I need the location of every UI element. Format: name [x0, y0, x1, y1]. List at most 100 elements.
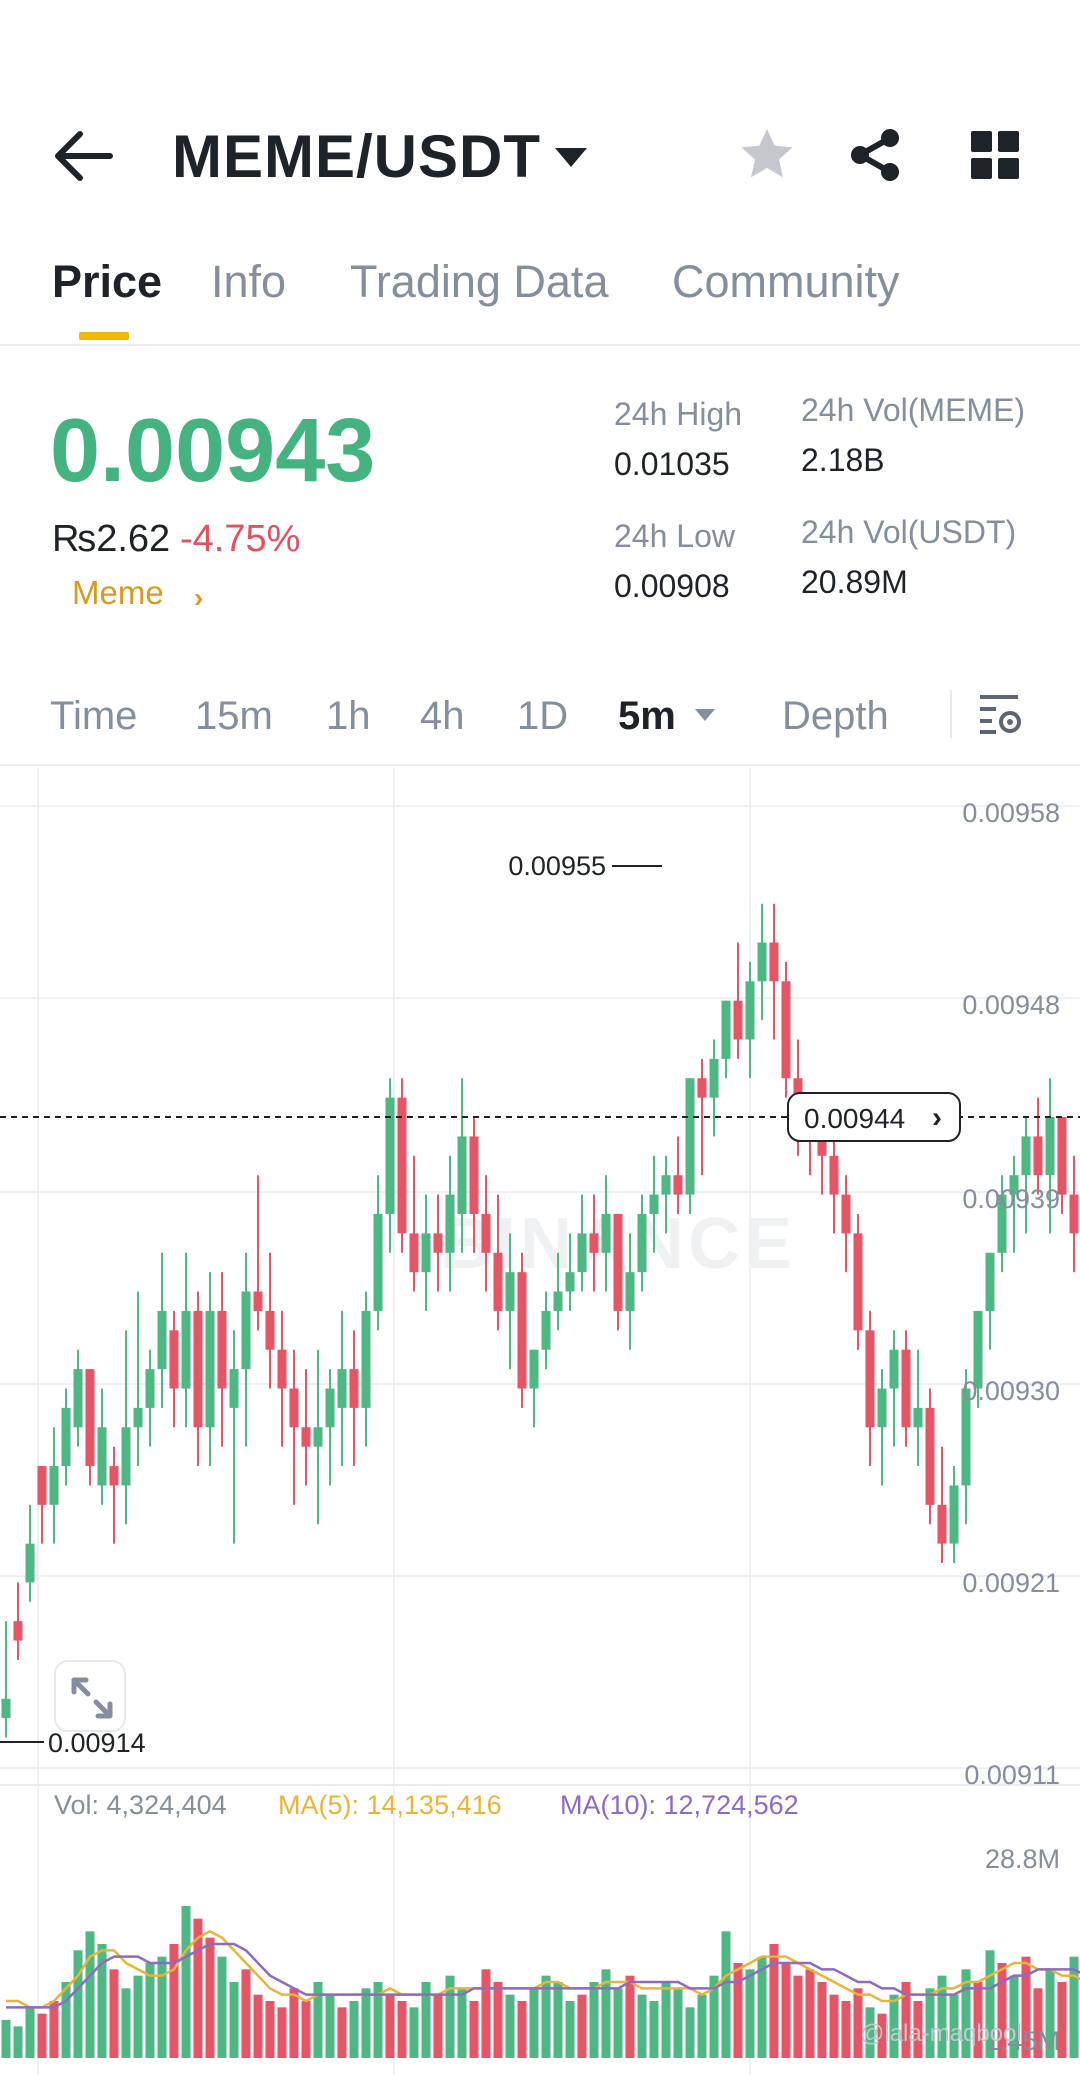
- stat-24h-vol-quote-value: 20.89M: [801, 564, 908, 600]
- candle-body: [469, 1136, 479, 1214]
- candle-body: [1021, 1136, 1031, 1176]
- interval-15m[interactable]: 15m: [195, 694, 273, 739]
- expand-icon: [71, 1677, 113, 1719]
- stat-24h-vol-quote-label: 24h Vol(USDT): [801, 514, 1017, 550]
- volume-value-label: Vol: 4,324,404: [54, 1790, 227, 1820]
- candle-body: [133, 1407, 143, 1428]
- volume-bar: [841, 2001, 851, 2058]
- candle-body: [685, 1078, 695, 1195]
- candle-body: [325, 1388, 335, 1428]
- candle-body: [697, 1078, 707, 1098]
- candle-body: [625, 1272, 635, 1311]
- volume-tick-label: 28.8M: [985, 1844, 1060, 1874]
- candle-body: [493, 1252, 503, 1311]
- candle-body: [301, 1427, 311, 1447]
- chevron-down-icon[interactable]: [694, 708, 716, 722]
- volume-bar: [637, 1994, 647, 2058]
- volume-bar: [685, 2007, 695, 2058]
- interval-1h[interactable]: 1h: [326, 694, 371, 739]
- candle-body: [313, 1427, 323, 1447]
- candle-body: [1069, 1194, 1079, 1234]
- candle-body: [385, 1097, 395, 1214]
- volume-bar: [769, 1944, 779, 2058]
- stat-24h-vol-base-label: 24h Vol(MEME): [801, 392, 1026, 428]
- volume-bar: [661, 1982, 671, 2058]
- volume-bar: [145, 1963, 155, 2058]
- candle-body: [565, 1272, 575, 1292]
- tab-price[interactable]: Price: [52, 256, 162, 308]
- candle-body: [49, 1466, 59, 1505]
- volume-bar: [85, 1931, 95, 2058]
- price-chart[interactable]: BINANCE 0.00958 0.00948 0.00939 0.00930 0.00…: [0, 768, 1080, 2075]
- y-tick-label: 0.00911: [964, 1760, 1060, 1790]
- interval-1d[interactable]: 1D: [517, 694, 568, 739]
- chevron-down-icon[interactable]: [552, 144, 590, 170]
- candle-body: [673, 1175, 683, 1195]
- volume-bar: [181, 1906, 191, 2058]
- candle-body: [433, 1233, 443, 1253]
- candle-body: [457, 1136, 467, 1214]
- volume-bar: [229, 1982, 239, 2058]
- candle-body: [25, 1543, 35, 1583]
- coin-info-link[interactable]: Meme: [72, 574, 164, 612]
- tab-trading-data[interactable]: Trading Data: [350, 256, 608, 308]
- chevron-right-icon[interactable]: ›: [194, 582, 203, 614]
- stat-24h-high-label: 24h High: [614, 396, 743, 432]
- candle-body: [637, 1213, 647, 1273]
- candle-body: [157, 1310, 167, 1370]
- volume-bar: [385, 1994, 395, 2058]
- stat-24h-low-value: 0.00908: [614, 568, 730, 604]
- candle-body: [601, 1213, 611, 1253]
- interval-depth[interactable]: Depth: [782, 694, 889, 739]
- candle-body: [985, 1252, 995, 1311]
- candle-body: [613, 1213, 623, 1311]
- candle-body: [937, 1504, 947, 1544]
- volume-bar: [277, 2007, 287, 2058]
- pair-title[interactable]: MEME/USDT: [172, 122, 541, 191]
- candlestick-chart[interactable]: BINANCE 0.009580.009480.009390.009300.00…: [0, 768, 1080, 2075]
- volume-bar: [265, 2001, 275, 2058]
- candle-body: [769, 942, 779, 982]
- candle-body: [109, 1466, 119, 1486]
- expand-chart-button[interactable]: [54, 1660, 126, 1732]
- volume-bar: [109, 1969, 119, 2058]
- volume-bar: [457, 1988, 467, 2058]
- interval-time[interactable]: Time: [50, 694, 137, 739]
- chevron-right-icon: ›: [932, 1101, 942, 1134]
- price-axis: 0.00958 0.00948 0.00939 0.00930 0.00921 0.009…: [962, 798, 1060, 1790]
- interval-4h[interactable]: 4h: [420, 694, 465, 739]
- candle-body: [181, 1310, 191, 1389]
- candle-body: [97, 1427, 107, 1486]
- volume-bar: [121, 1988, 131, 2058]
- volume-bar: [589, 1982, 599, 2058]
- chart-settings-icon[interactable]: [978, 692, 1022, 736]
- candle-body: [853, 1233, 863, 1331]
- volume-bar: [613, 1988, 623, 2058]
- grid-icon[interactable]: [970, 130, 1020, 180]
- volume-bar: [37, 2013, 47, 2058]
- volume-bar: [421, 1982, 431, 2058]
- candle-body: [649, 1194, 659, 1214]
- volume-bar: [301, 2001, 311, 2058]
- volume-bar: [817, 1982, 827, 2058]
- candle-body: [925, 1407, 935, 1505]
- share-icon[interactable]: [846, 126, 904, 184]
- candle-body: [553, 1291, 563, 1311]
- volume-bar: [337, 2007, 347, 2058]
- volume-bar: [25, 2007, 35, 2058]
- candle-body: [529, 1349, 539, 1389]
- star-icon[interactable]: [738, 126, 796, 184]
- tab-info[interactable]: Info: [211, 256, 286, 308]
- divider: [950, 690, 952, 738]
- arrow-left-icon[interactable]: [52, 128, 114, 184]
- candle-body: [265, 1310, 275, 1350]
- candle-body: [733, 1000, 743, 1040]
- volume-bar: [721, 1931, 731, 2058]
- candle-body: [949, 1485, 959, 1544]
- volume-bar: [493, 1982, 503, 2058]
- volume-bar: [505, 1994, 515, 2058]
- candle-body: [229, 1369, 239, 1408]
- tab-community[interactable]: Community: [672, 256, 900, 308]
- volume-bar: [205, 1937, 215, 2058]
- interval-5m[interactable]: 5m: [618, 694, 676, 739]
